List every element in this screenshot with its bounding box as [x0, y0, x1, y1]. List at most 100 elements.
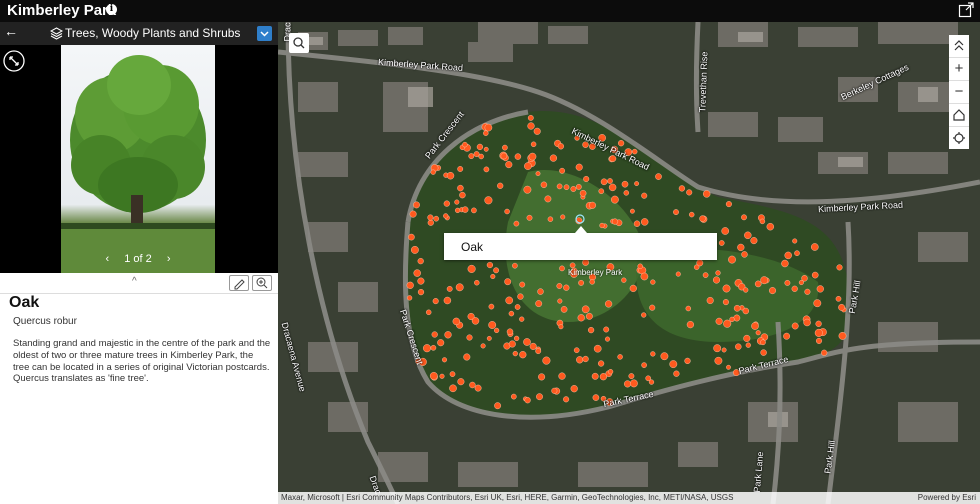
tree-marker[interactable]: [540, 181, 548, 189]
locate-button[interactable]: [949, 127, 969, 149]
tree-marker[interactable]: [527, 122, 535, 130]
tree-marker[interactable]: [514, 304, 521, 310]
tree-marker[interactable]: [480, 343, 486, 349]
tree-marker[interactable]: [483, 130, 489, 136]
tree-marker[interactable]: [745, 342, 751, 348]
tree-marker[interactable]: [726, 364, 731, 370]
tree-marker[interactable]: [729, 316, 735, 323]
tree-marker[interactable]: [459, 191, 466, 199]
edit-button[interactable]: [229, 275, 249, 291]
tree-marker[interactable]: [715, 317, 723, 325]
tree-marker[interactable]: [706, 297, 714, 305]
tree-marker[interactable]: [645, 375, 652, 382]
tree-marker[interactable]: [588, 327, 595, 334]
tree-marker[interactable]: [556, 183, 563, 190]
tree-marker[interactable]: [649, 304, 656, 311]
tree-marker[interactable]: [558, 324, 564, 330]
tree-marker[interactable]: [760, 339, 766, 346]
tree-marker[interactable]: [443, 213, 449, 219]
tree-marker[interactable]: [417, 277, 425, 285]
tree-marker[interactable]: [741, 214, 747, 221]
tree-marker[interactable]: [468, 153, 475, 160]
tree-marker[interactable]: [536, 393, 543, 401]
tree-marker[interactable]: [598, 188, 605, 194]
tree-marker[interactable]: [407, 295, 413, 301]
tree-marker[interactable]: [641, 218, 649, 226]
tree-marker[interactable]: [413, 201, 420, 209]
tree-marker[interactable]: [519, 351, 527, 359]
tree-marker[interactable]: [431, 331, 438, 338]
tree-marker[interactable]: [600, 178, 608, 186]
tree-marker[interactable]: [655, 173, 662, 180]
tree-marker[interactable]: [599, 222, 605, 229]
tree-marker[interactable]: [469, 381, 476, 389]
tree-marker[interactable]: [743, 334, 751, 342]
tree-marker[interactable]: [527, 115, 534, 121]
tree-marker[interactable]: [684, 357, 691, 365]
tree-marker[interactable]: [560, 214, 566, 220]
tree-marker[interactable]: [641, 312, 647, 318]
tree-marker[interactable]: [760, 276, 769, 285]
tree-marker[interactable]: [751, 322, 759, 330]
tree-marker[interactable]: [508, 310, 515, 317]
tree-marker[interactable]: [547, 216, 554, 222]
tree-marker[interactable]: [618, 140, 625, 147]
tree-marker[interactable]: [443, 200, 450, 207]
tree-marker[interactable]: [457, 378, 465, 386]
tree-marker[interactable]: [422, 344, 431, 353]
tree-marker[interactable]: [463, 353, 471, 361]
info-icon[interactable]: i: [106, 4, 117, 15]
tree-marker[interactable]: [417, 289, 425, 296]
tree-marker[interactable]: [474, 280, 480, 286]
tree-marker[interactable]: [608, 183, 617, 192]
tree-marker[interactable]: [733, 304, 741, 312]
tree-marker[interactable]: [610, 195, 619, 204]
tree-marker[interactable]: [660, 352, 669, 361]
tree-marker[interactable]: [557, 143, 565, 150]
tree-marker[interactable]: [624, 380, 632, 388]
tree-marker[interactable]: [425, 309, 432, 315]
tree-marker[interactable]: [535, 300, 543, 307]
pager-prev-button[interactable]: ‹: [100, 253, 116, 265]
tree-marker[interactable]: [675, 271, 681, 277]
tree-marker[interactable]: [801, 275, 808, 282]
tree-marker[interactable]: [538, 373, 546, 381]
tree-marker[interactable]: [429, 371, 438, 380]
tree-marker[interactable]: [577, 314, 585, 322]
tree-marker[interactable]: [784, 279, 791, 286]
tree-marker[interactable]: [409, 210, 417, 218]
tree-marker[interactable]: [781, 259, 789, 268]
tree-marker[interactable]: [633, 220, 641, 227]
tree-marker[interactable]: [791, 285, 798, 292]
tree-marker[interactable]: [583, 175, 590, 182]
tree-marker[interactable]: [514, 153, 522, 160]
tree-marker[interactable]: [634, 181, 639, 187]
tree-marker[interactable]: [505, 296, 513, 305]
tree-marker[interactable]: [510, 393, 517, 400]
tree-marker[interactable]: [811, 271, 819, 279]
tree-marker[interactable]: [629, 284, 637, 293]
tree-marker[interactable]: [529, 342, 537, 350]
tree-marker[interactable]: [486, 261, 494, 269]
tree-marker[interactable]: [573, 347, 580, 354]
tree-marker[interactable]: [502, 144, 508, 151]
tree-marker[interactable]: [722, 299, 729, 306]
tree-marker[interactable]: [814, 328, 823, 337]
tree-marker[interactable]: [632, 148, 638, 155]
tree-marker[interactable]: [813, 299, 822, 308]
tree-marker[interactable]: [794, 250, 800, 256]
tree-marker[interactable]: [449, 384, 457, 393]
tree-marker[interactable]: [650, 279, 656, 285]
tree-marker[interactable]: [505, 161, 513, 169]
tree-marker[interactable]: [623, 190, 629, 196]
tree-marker[interactable]: [575, 163, 583, 171]
tree-marker[interactable]: [449, 371, 456, 377]
tree-marker[interactable]: [589, 201, 597, 209]
tree-marker[interactable]: [549, 154, 558, 162]
tree-marker[interactable]: [432, 298, 439, 305]
tree-marker[interactable]: [783, 332, 790, 340]
tree-marker[interactable]: [519, 281, 526, 288]
tree-marker[interactable]: [838, 331, 847, 340]
collapse-controls-button[interactable]: [949, 35, 969, 58]
tree-marker[interactable]: [714, 356, 723, 365]
